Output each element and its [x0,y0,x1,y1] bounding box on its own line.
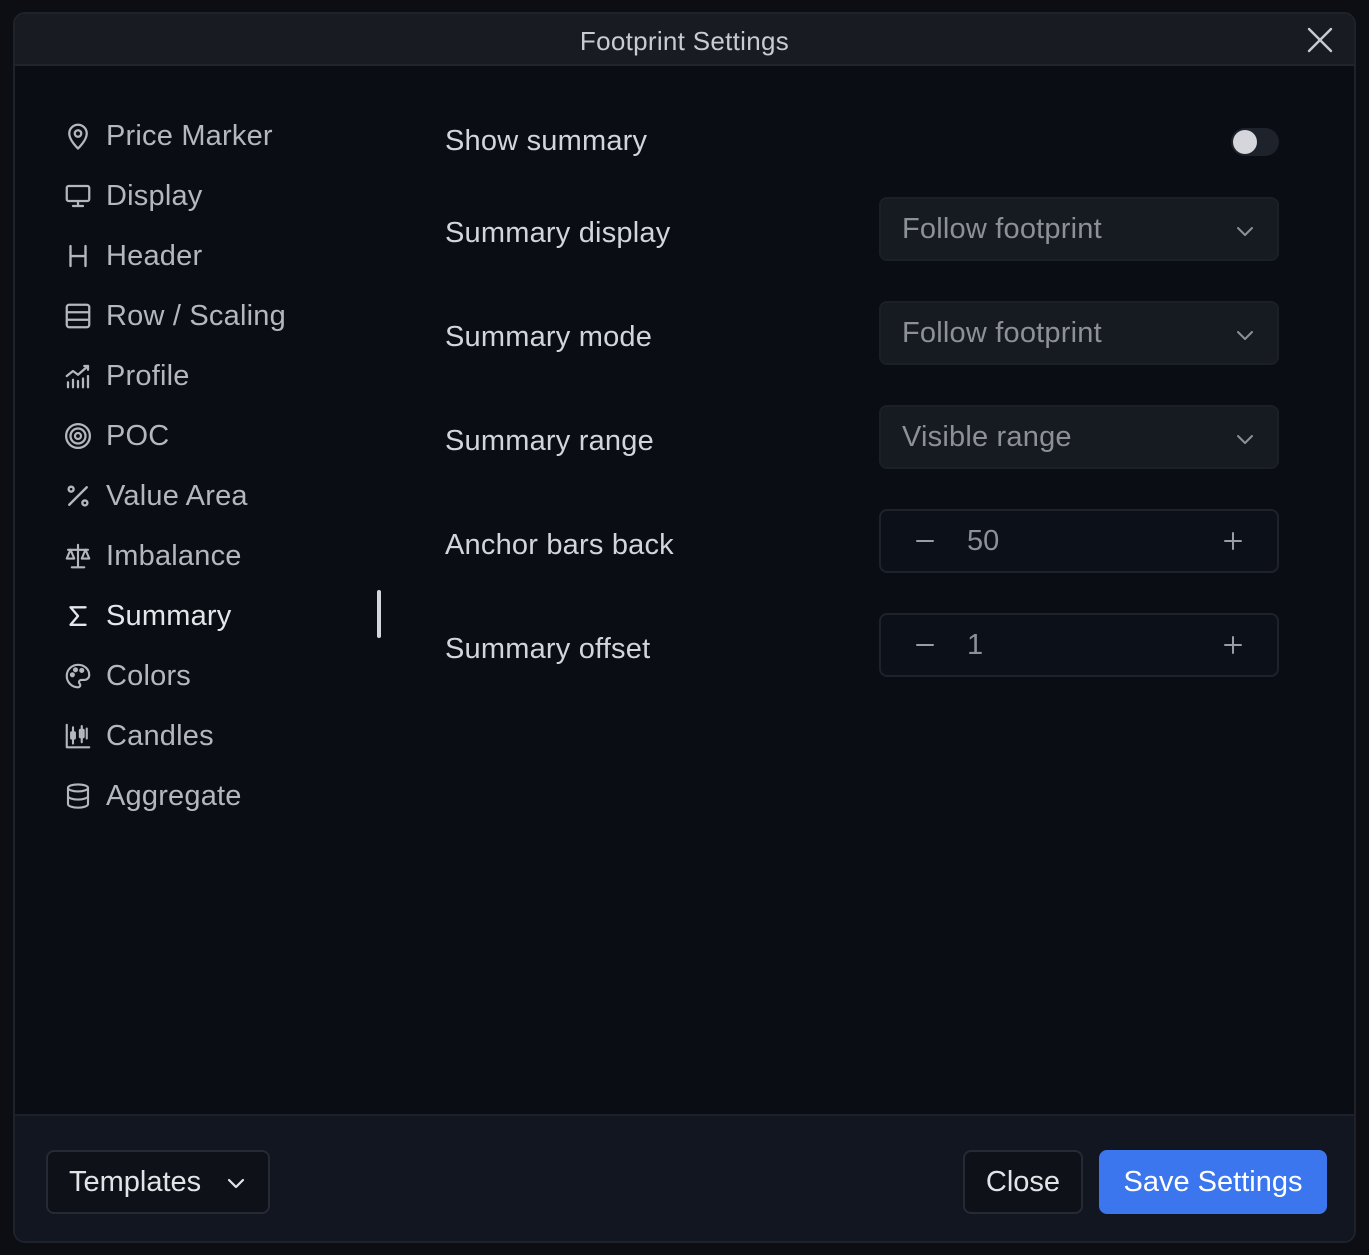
summary-display-label: Summary display [445,217,671,249]
candlestick-icon [63,721,93,751]
sidebar-item-poc[interactable]: POC [61,406,391,466]
setting-row-anchor-bars-back: Anchor bars back 50 [445,509,1279,626]
title-bar: Footprint Settings [15,14,1354,66]
sidebar-item-colors[interactable]: Colors [61,646,391,706]
chevron-down-icon [227,1178,245,1189]
templates-label: Templates [69,1165,202,1198]
sidebar-item-summary[interactable]: Summary [61,586,391,646]
chart-profile-icon [63,361,93,391]
rows-icon [63,301,93,331]
anchor-bars-back-label: Anchor bars back [445,529,674,561]
database-icon [63,781,93,811]
setting-row-show-summary: Show summary [445,106,1279,210]
summary-range-select[interactable]: Visible range [879,405,1279,469]
close-button[interactable]: Close [963,1150,1083,1214]
chevron-down-icon [1237,227,1253,236]
templates-button[interactable]: Templates [46,1150,270,1214]
plus-icon[interactable] [1217,629,1249,661]
palette-icon [63,661,93,691]
sidebar-item-candles[interactable]: Candles [61,706,391,766]
heading-icon [63,241,93,271]
setting-row-summary-mode: Summary mode Follow footprint [445,301,1279,418]
dialog-footer: Templates Close Save Settings [15,1114,1354,1241]
monitor-icon [63,181,93,211]
minus-icon[interactable] [909,629,941,661]
summary-offset-stepper[interactable]: 1 [879,613,1279,677]
sidebar-item-imbalance[interactable]: Imbalance [61,526,391,586]
map-pin-icon [63,121,93,151]
toggle-knob [1233,130,1257,154]
dialog-title: Footprint Settings [579,26,790,56]
target-icon [63,421,93,451]
summary-mode-value: Follow footprint [902,317,1102,349]
plus-icon[interactable] [1217,525,1249,557]
sidebar-item-label: POC [106,419,170,452]
show-summary-label: Show summary [445,125,648,157]
minus-icon[interactable] [909,525,941,557]
scale-icon [63,541,93,571]
active-indicator [377,590,381,638]
settings-panel: Show summary Summary display Follow foot… [445,106,1279,730]
summary-mode-select[interactable]: Follow footprint [879,301,1279,365]
sidebar-item-label: Aggregate [106,779,242,812]
setting-row-summary-range: Summary range Visible range [445,405,1279,522]
sidebar-item-value-area[interactable]: Value Area [61,466,391,526]
sidebar-item-row-scaling[interactable]: Row / Scaling [61,286,391,346]
settings-sidebar: Price Marker Display Header Row / Scalin… [61,106,391,826]
summary-display-select[interactable]: Follow footprint [879,197,1279,261]
sidebar-item-header[interactable]: Header [61,226,391,286]
sidebar-item-label: Row / Scaling [106,299,286,332]
sigma-icon [63,601,93,631]
sidebar-item-label: Display [106,179,203,212]
sidebar-item-label: Candles [106,719,214,752]
sidebar-item-aggregate[interactable]: Aggregate [61,766,391,826]
summary-range-label: Summary range [445,425,654,457]
anchor-bars-back-stepper[interactable]: 50 [879,509,1279,573]
summary-display-value: Follow footprint [902,213,1102,245]
chevron-down-icon [1237,331,1253,340]
sidebar-item-display[interactable]: Display [61,166,391,226]
sidebar-item-profile[interactable]: Profile [61,346,391,406]
footprint-settings-dialog: Footprint Settings Price Marker Display … [13,12,1356,1243]
setting-row-summary-display: Summary display Follow footprint [445,197,1279,314]
sidebar-item-label: Imbalance [106,539,242,572]
summary-range-value: Visible range [902,421,1072,453]
show-summary-toggle[interactable] [1231,128,1279,156]
summary-mode-label: Summary mode [445,321,653,353]
sidebar-item-label: Price Marker [106,119,273,152]
save-settings-button[interactable]: Save Settings [1099,1150,1327,1214]
sidebar-item-label: Value Area [106,479,248,512]
close-icon[interactable] [1306,26,1334,54]
chevron-down-icon [1237,435,1253,444]
summary-offset-value[interactable]: 1 [967,629,983,662]
sidebar-item-label: Profile [106,359,190,392]
percent-icon [63,481,93,511]
sidebar-item-label: Summary [106,599,232,632]
anchor-bars-back-value[interactable]: 50 [967,525,999,558]
setting-row-summary-offset: Summary offset 1 [445,613,1279,730]
summary-offset-label: Summary offset [445,633,651,665]
sidebar-item-label: Header [106,239,203,272]
sidebar-item-label: Colors [106,659,191,692]
sidebar-item-price-marker[interactable]: Price Marker [61,106,391,166]
